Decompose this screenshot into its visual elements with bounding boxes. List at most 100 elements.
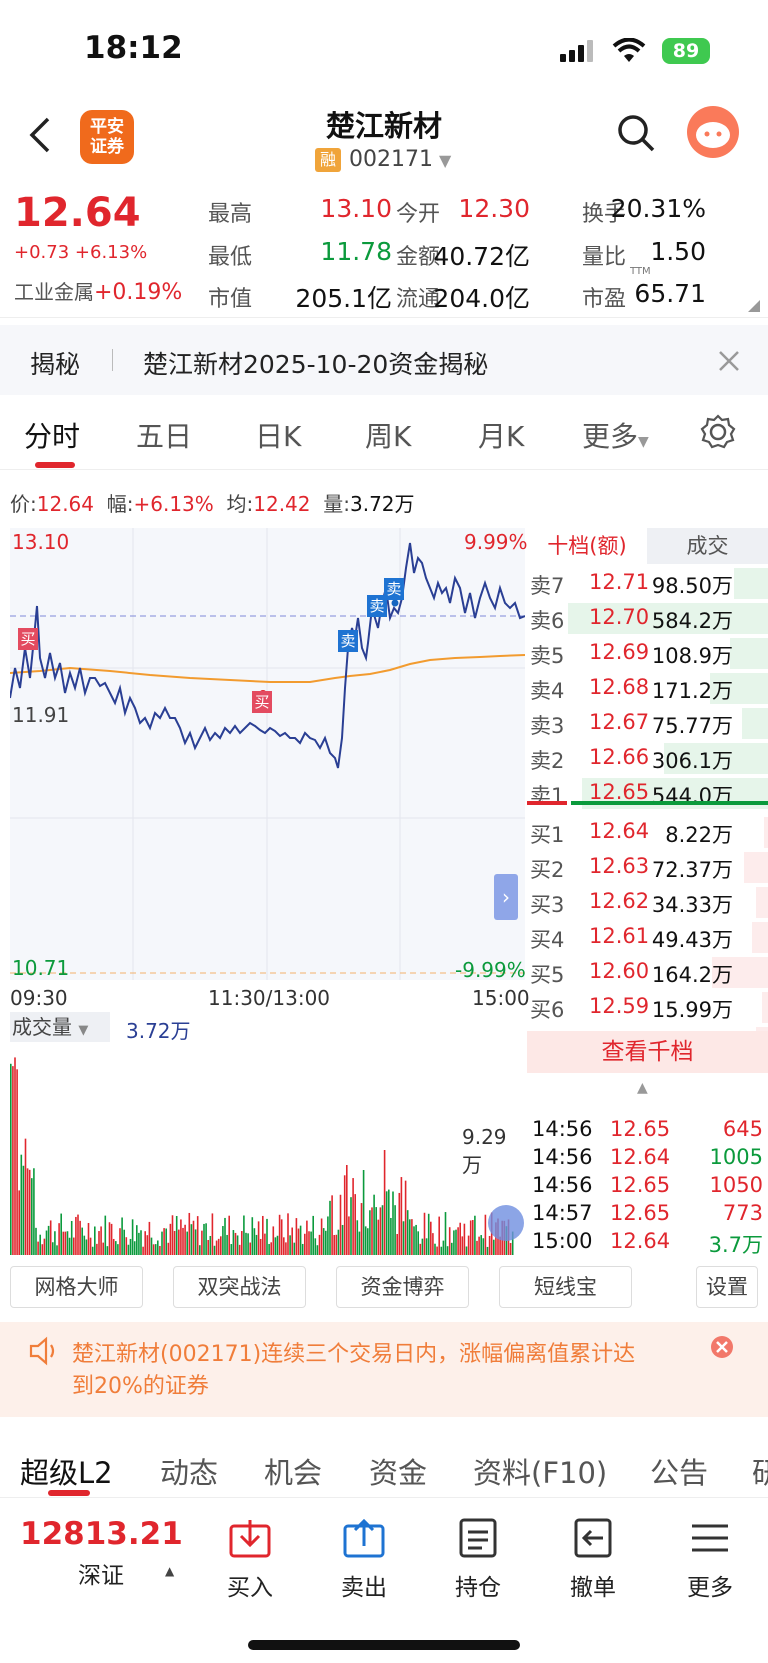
bid-level-row[interactable]: 买2 12.63 72.37万: [527, 850, 768, 885]
close-icon[interactable]: [718, 350, 740, 372]
tab-capital[interactable]: 资金: [369, 1450, 427, 1492]
capital-game-button[interactable]: 资金博弈: [336, 1266, 469, 1308]
volume-bar: [43, 1238, 46, 1255]
index-toggle-icon[interactable]: ▲: [165, 1564, 174, 1578]
volume-bar: [209, 1235, 212, 1255]
volume-bar: [285, 1242, 287, 1255]
quote-value: 205.1亿: [295, 284, 392, 313]
depth-bar: [762, 992, 768, 1023]
volume-bar: [194, 1229, 197, 1255]
stock-code-selector[interactable]: 融 002171 ▼: [315, 147, 451, 172]
ask-level-row[interactable]: 卖1 12.65 544.0万: [527, 776, 768, 811]
volume-bar: [425, 1238, 428, 1255]
index-value[interactable]: 12813.21: [20, 1516, 183, 1552]
volume-indicator-selector[interactable]: 成交量 ▼: [10, 1012, 110, 1042]
volume-bar: [331, 1195, 333, 1255]
volume-bar: [295, 1218, 298, 1255]
tab-order-levels[interactable]: 十档(额): [527, 528, 647, 564]
ask-level-row[interactable]: 卖5 12.69 108.9万: [527, 636, 768, 671]
tab-opportunity[interactable]: 机会: [264, 1450, 322, 1492]
intraday-chart[interactable]: 13.10 11.91 10.71 9.99% -9.99% 买 买 卖 卖 卖…: [9, 528, 528, 982]
tab-weekly-k[interactable]: 周K: [365, 415, 411, 455]
ask-level-row[interactable]: 卖6 12.70 584.2万: [527, 601, 768, 636]
volume-bar: [190, 1224, 193, 1255]
tab-more[interactable]: 更多▼: [582, 415, 649, 455]
volume-max-label: 9.29万: [462, 1125, 507, 1177]
trade-time: 14:56: [532, 1173, 593, 1197]
index-name[interactable]: 深证: [78, 1556, 124, 1590]
stock-header: 平安 证券 楚江新材 融 002171 ▼: [0, 95, 768, 180]
tab-daily-k[interactable]: 日K: [255, 415, 301, 455]
volume-bar: [112, 1238, 115, 1255]
risk-notice-banner[interactable]: 楚江新材(002171)连续三个交易日内，涨幅偏离值累计达 到20%的证券: [0, 1322, 768, 1417]
tab-announcements[interactable]: 公告: [650, 1450, 708, 1492]
level-volume: 49.43万: [651, 928, 733, 952]
level-price: 12.62: [589, 889, 650, 913]
tab-trades[interactable]: 成交: [647, 528, 768, 564]
volume-bar: [205, 1223, 207, 1255]
tab-intraday[interactable]: 分时: [24, 415, 80, 455]
volume-bar: [432, 1233, 434, 1255]
volume-bar: [213, 1245, 216, 1255]
bid-level-row[interactable]: 买4 12.61 49.43万: [527, 920, 768, 955]
volume-bar: [304, 1233, 306, 1255]
positions-button[interactable]: 持仓: [438, 1518, 518, 1602]
volume-bar: [243, 1215, 245, 1255]
buy-button[interactable]: 买入: [210, 1518, 290, 1602]
more-button[interactable]: 更多: [670, 1518, 750, 1602]
tab-monthly-k[interactable]: 月K: [478, 415, 524, 455]
volume-bar: [346, 1165, 348, 1255]
level-price: 12.66: [589, 745, 650, 769]
volume-bar: [289, 1235, 291, 1255]
tab-news[interactable]: 动态: [160, 1450, 218, 1492]
fullscreen-icon[interactable]: [488, 1205, 524, 1241]
settings-gear-icon[interactable]: [700, 414, 736, 450]
volume-bar: [398, 1192, 401, 1255]
ask-level-row[interactable]: 卖4 12.68 171.2万: [527, 671, 768, 706]
tab-f10[interactable]: 资料(F10): [473, 1450, 607, 1492]
dropdown-icon: ▼: [438, 151, 452, 170]
expand-panel-icon[interactable]: ›: [494, 874, 518, 920]
ask-level-row[interactable]: 卖7 12.71 98.50万: [527, 566, 768, 601]
grid-master-button[interactable]: 网格大师: [10, 1266, 143, 1308]
bid-level-row[interactable]: 买5 12.60 164.2万: [527, 955, 768, 990]
assistant-avatar-icon[interactable]: [686, 105, 740, 159]
volume-bar: [125, 1237, 128, 1255]
status-bar: 18:12 89: [0, 0, 768, 95]
double-breakout-button[interactable]: 双突战法: [173, 1266, 306, 1308]
short-term-button[interactable]: 短线宝: [499, 1266, 632, 1308]
volume-bar: [66, 1231, 69, 1255]
level-price: 12.71: [589, 570, 650, 594]
sector-change[interactable]: 工业金属+0.19%: [14, 276, 182, 305]
tools-settings-button[interactable]: 设置: [696, 1266, 758, 1308]
ask-level-row[interactable]: 卖2 12.66 306.1万: [527, 741, 768, 776]
tab-research[interactable]: 研: [752, 1450, 768, 1492]
level-price: 12.68: [589, 675, 650, 699]
level-volume: 171.2万: [651, 679, 733, 703]
cancel-order-button[interactable]: 撤单: [553, 1518, 633, 1602]
volume-bar: [388, 1189, 390, 1255]
sell-marker[interactable]: 卖: [384, 578, 404, 600]
volume-bar: [341, 1224, 344, 1255]
tab-super-l2[interactable]: 超级L2: [20, 1450, 113, 1492]
volume-bar: [293, 1242, 296, 1255]
tab-five-day[interactable]: 五日: [136, 415, 192, 455]
volume-bar: [37, 1241, 39, 1255]
bid-level-row[interactable]: 买1 12.64 8.22万: [527, 815, 768, 850]
search-icon[interactable]: [616, 113, 656, 153]
level-label: 卖7: [530, 574, 565, 598]
bid-level-row[interactable]: 买6 12.59 15.99万: [527, 990, 768, 1025]
buy-marker[interactable]: 买: [18, 628, 38, 650]
view-full-depth-button[interactable]: 查看千档: [527, 1031, 768, 1073]
ask-level-row[interactable]: 卖3 12.67 75.77万: [527, 706, 768, 741]
close-icon[interactable]: [711, 1336, 733, 1358]
volume-bar: [259, 1238, 262, 1255]
sell-marker[interactable]: 卖: [338, 630, 358, 652]
volume-bar: [226, 1234, 228, 1255]
buy-marker[interactable]: 买: [252, 691, 272, 713]
signal-icon: [560, 40, 593, 62]
bid-level-row[interactable]: 买3 12.62 34.33万: [527, 885, 768, 920]
fund-reveal-banner[interactable]: 揭秘 楚江新材2025-10-20资金揭秘: [0, 325, 768, 395]
sell-button[interactable]: 卖出: [324, 1518, 404, 1602]
scroll-up-icon[interactable]: ▲: [637, 1080, 648, 1096]
